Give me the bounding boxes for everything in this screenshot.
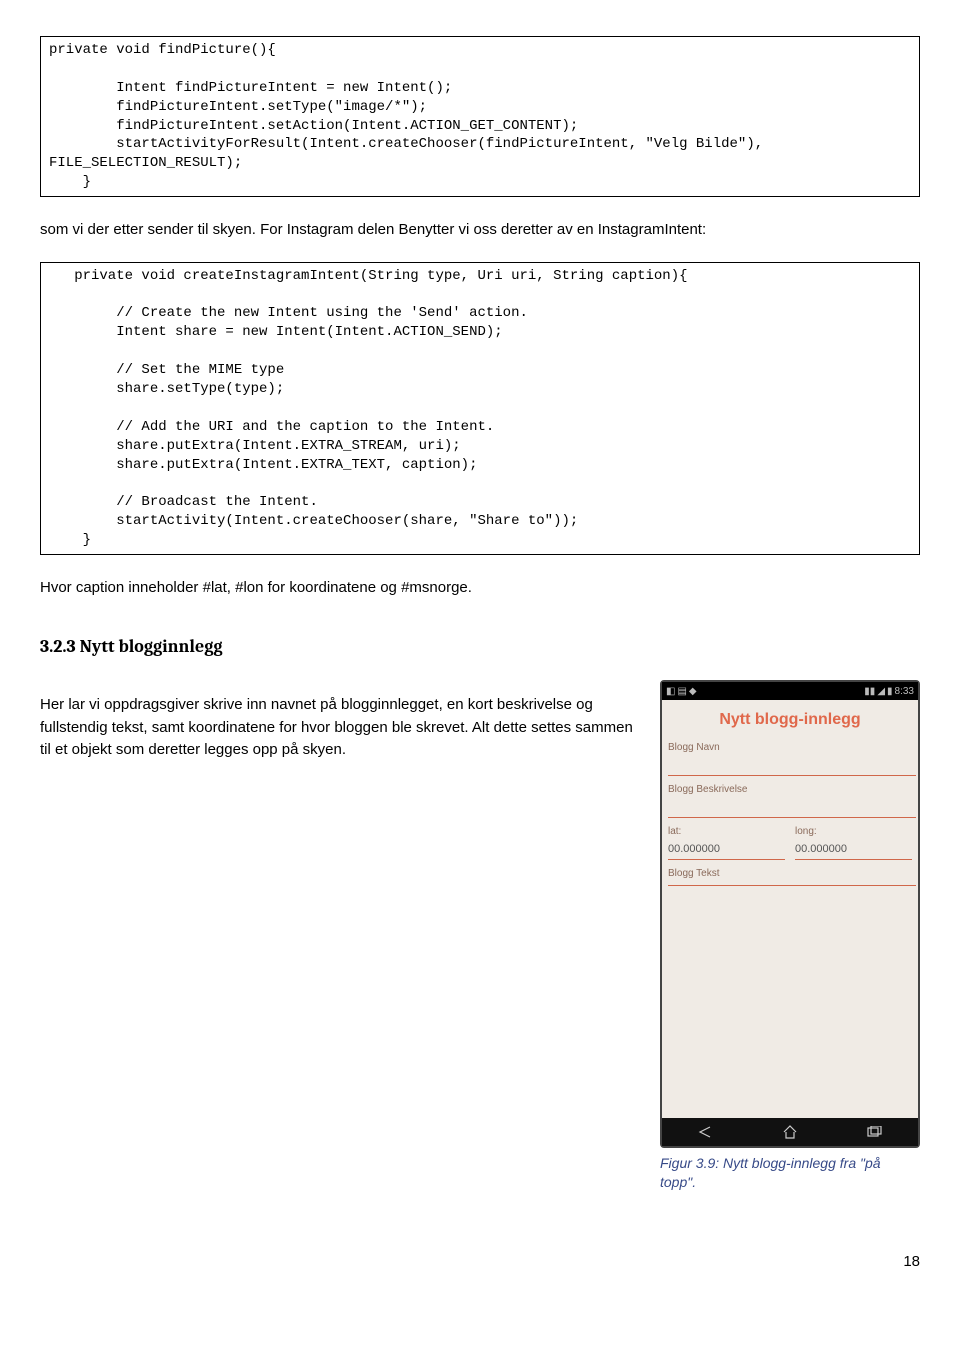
code-block-1: private void findPicture(){ Intent findP… [40,36,920,197]
recent-icon[interactable] [855,1123,895,1141]
input-lat[interactable]: 00.000000 [668,841,785,860]
signal-icon: ▮▮ [864,684,875,699]
back-icon[interactable] [685,1123,725,1141]
paragraph-3: Her lar vi oppdragsgiver skrive inn navn… [40,694,640,762]
label-lat: lat: [668,824,785,839]
paragraph-2: Hvor caption inneholder #lat, #lon for k… [40,577,920,600]
figure-caption: Figur 3.9: Nytt blogg-innlegg fra "på to… [660,1154,920,1190]
status-icon: ◧ [666,684,675,699]
status-icon: ▤ [677,684,686,699]
input-blog-desc[interactable] [668,799,916,818]
phone-screen: Nytt blogg-innlegg Blogg Navn Blogg Besk… [662,700,918,1118]
phone-mockup: ◧ ▤ ◆ ▮▮ ◢ ▮ 8:33 Nytt blogg-innlegg Blo… [660,680,920,1148]
label-blog-name: Blogg Navn [668,740,912,755]
input-long[interactable]: 00.000000 [795,841,912,860]
wifi-icon: ◢ [877,684,885,699]
label-blog-text: Blogg Tekst [668,866,912,881]
page-number: 18 [40,1251,920,1274]
status-icon: ◆ [689,684,697,699]
label-long: long: [795,824,912,839]
label-blog-desc: Blogg Beskrivelse [668,782,912,797]
code-block-2: private void createInstagramIntent(Strin… [40,262,920,555]
battery-icon: ▮ [887,684,893,699]
input-blog-name[interactable] [668,757,916,776]
home-icon[interactable] [770,1123,810,1141]
phone-navbar [662,1118,918,1146]
screen-title: Nytt blogg-innlegg [668,708,912,732]
status-time: 8:33 [895,684,914,699]
phone-statusbar: ◧ ▤ ◆ ▮▮ ◢ ▮ 8:33 [662,682,918,700]
paragraph-1: som vi der etter sender til skyen. For I… [40,219,920,242]
input-blog-text[interactable] [668,883,916,886]
section-heading: 3.2.3 Nytt blogginnlegg [40,633,920,660]
